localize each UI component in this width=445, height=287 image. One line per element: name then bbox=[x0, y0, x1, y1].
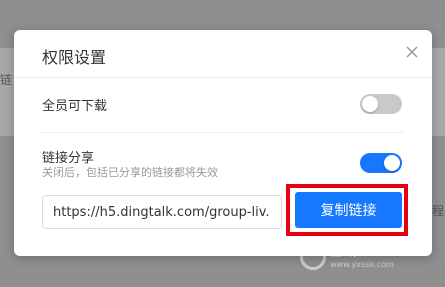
permissions-dialog: 权限设置 全员可下载 链接分享 关闭后，包括已分享的链接都将失效 复制链接 bbox=[14, 30, 432, 256]
share-link-toggle[interactable] bbox=[360, 153, 402, 173]
share-link-field[interactable] bbox=[42, 195, 282, 229]
watermark-url: www.yxsse.com bbox=[330, 259, 394, 269]
header-divider bbox=[14, 77, 432, 78]
copy-link-button[interactable]: 复制链接 bbox=[295, 192, 402, 228]
share-link-description: 关闭后，包括已分享的链接都将失效 bbox=[42, 166, 218, 179]
background-text: 程 bbox=[432, 204, 445, 218]
background-text: 链 bbox=[0, 73, 13, 87]
download-label: 全员可下载 bbox=[42, 99, 108, 114]
dialog-title: 权限设置 bbox=[42, 48, 107, 67]
download-toggle[interactable] bbox=[360, 94, 402, 114]
row-divider bbox=[42, 132, 404, 133]
close-icon[interactable] bbox=[404, 44, 420, 60]
